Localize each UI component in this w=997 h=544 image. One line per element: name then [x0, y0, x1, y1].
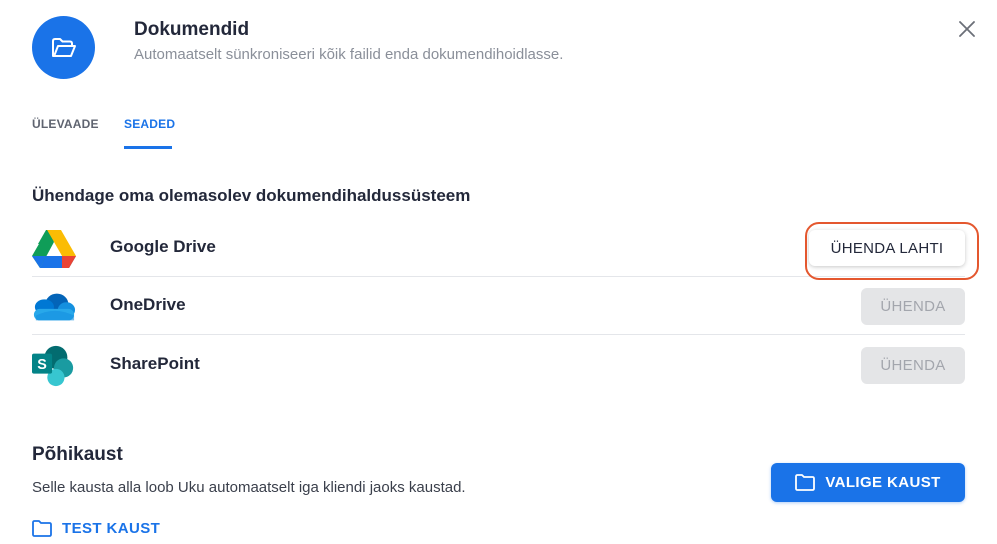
main-folder-description: Selle kausta alla loob Uku automaatselt … — [32, 479, 466, 496]
page-subtitle: Automaatselt sünkroniseeri kõik failid e… — [134, 46, 564, 63]
current-folder-label: TEST KAUST — [62, 520, 161, 537]
choose-folder-label: VALIGE KAUST — [825, 474, 941, 491]
active-tab-indicator — [124, 146, 172, 149]
service-name: OneDrive — [110, 295, 186, 314]
disconnect-google-drive-button[interactable]: ÜHENDA LAHTI — [809, 230, 965, 266]
current-folder-link[interactable]: TEST KAUST — [32, 520, 160, 537]
close-icon — [959, 21, 975, 37]
service-name: SharePoint — [110, 354, 200, 373]
service-row-google-drive: Google Drive ÜHENDA LAHTI — [32, 219, 965, 277]
sharepoint-icon: S — [32, 345, 76, 387]
close-button[interactable] — [954, 16, 980, 42]
service-row-onedrive: OneDrive ÜHENDA — [32, 277, 965, 335]
main-folder-title: Põhikaust — [32, 444, 123, 465]
page-title: Dokumendid — [134, 19, 250, 40]
folder-icon — [795, 474, 816, 491]
connect-sharepoint-button[interactable]: ÜHENDA — [861, 347, 965, 384]
integrations-title: Ühendage oma olemasolev dokumendihalduss… — [32, 186, 471, 205]
service-row-sharepoint: S SharePoint ÜHENDA — [32, 336, 965, 394]
folder-icon — [32, 520, 52, 537]
tab-overview[interactable]: ÜLEVAADE — [32, 117, 99, 131]
folder-open-icon — [32, 16, 95, 79]
svg-text:S: S — [37, 357, 47, 373]
service-name: Google Drive — [110, 237, 216, 256]
google-drive-icon — [32, 229, 76, 269]
choose-folder-button[interactable]: VALIGE KAUST — [771, 463, 965, 502]
connect-onedrive-button[interactable]: ÜHENDA — [861, 288, 965, 325]
tab-settings[interactable]: SEADED — [124, 117, 175, 131]
onedrive-icon — [32, 287, 76, 327]
